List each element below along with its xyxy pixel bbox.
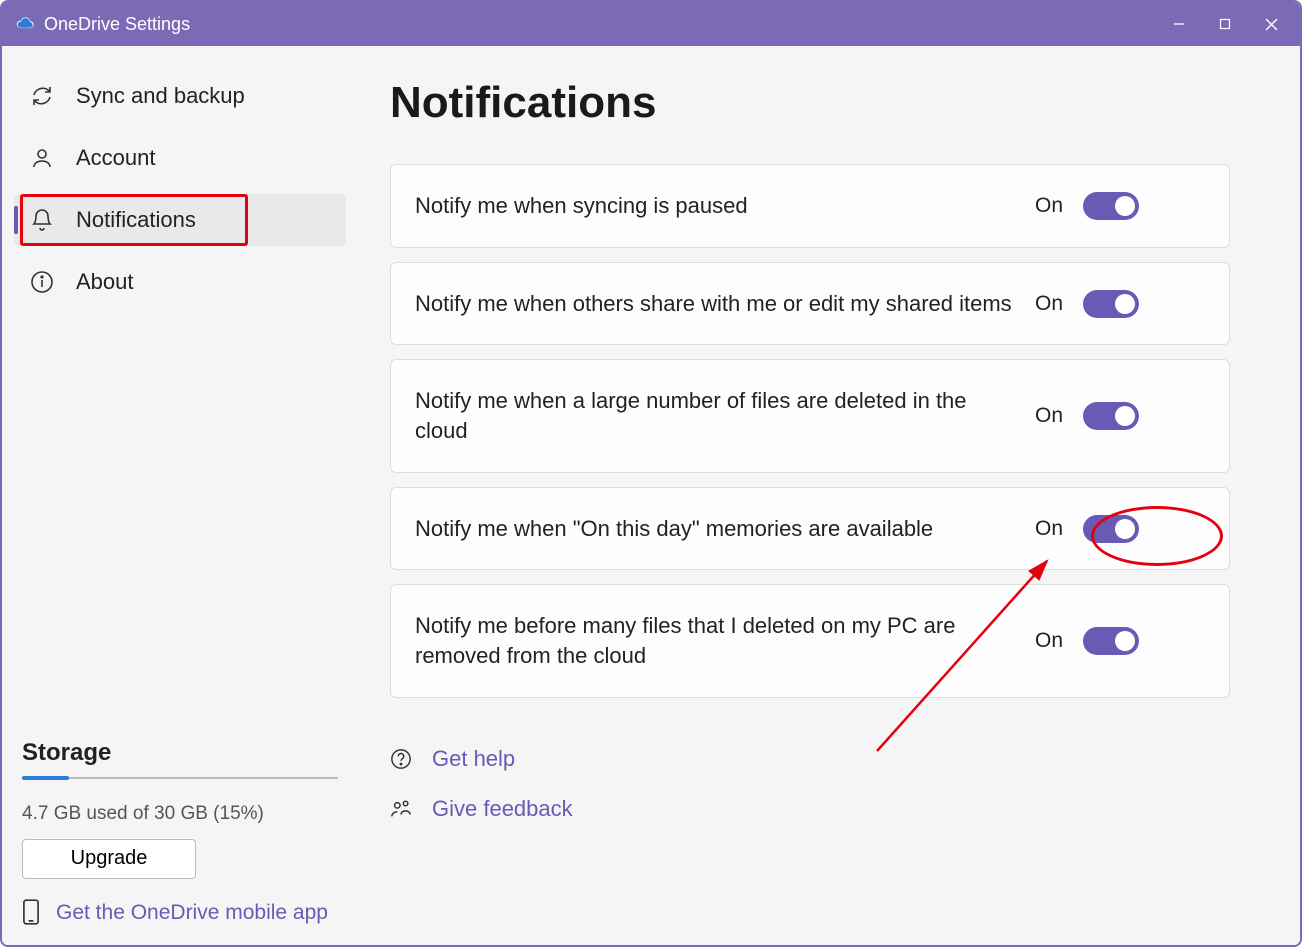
main-panel: Notifications Notify me when syncing is … — [362, 46, 1300, 945]
setting-label: Notify me when "On this day" memories ar… — [415, 514, 1015, 544]
setting-label: Notify me before many files that I delet… — [415, 611, 1015, 670]
onedrive-icon — [16, 14, 36, 34]
sidebar-item-label: Notifications — [76, 207, 196, 233]
page-title: Notifications — [390, 78, 1230, 128]
setting-files-deleted-cloud: Notify me when a large number of files a… — [390, 359, 1230, 472]
setting-on-this-day: Notify me when "On this day" memories ar… — [390, 487, 1230, 571]
phone-icon — [22, 899, 40, 925]
toggle-on-this-day[interactable] — [1083, 515, 1139, 543]
window-title: OneDrive Settings — [44, 14, 190, 35]
footer-links: Get help Give feedback — [390, 746, 1230, 822]
toggle-state-text: On — [1035, 404, 1063, 428]
setting-files-removed-cloud: Notify me before many files that I delet… — [390, 584, 1230, 697]
sidebar-item-about[interactable]: About — [14, 256, 346, 308]
sidebar: Sync and backup Account Notifications — [2, 46, 362, 945]
setting-label: Notify me when a large number of files a… — [415, 386, 1015, 445]
app-window: OneDrive Settings Sync and backup — [0, 0, 1302, 947]
storage-progress-fill — [22, 776, 69, 780]
give-feedback-link[interactable]: Give feedback — [390, 796, 1230, 822]
bell-icon — [30, 208, 54, 232]
titlebar: OneDrive Settings — [2, 2, 1300, 46]
account-icon — [30, 146, 54, 170]
sidebar-item-label: About — [76, 269, 134, 295]
content-area: Sync and backup Account Notifications — [2, 46, 1300, 945]
sidebar-item-notifications[interactable]: Notifications — [14, 194, 346, 246]
sync-icon — [30, 84, 54, 108]
toggle-state-text: On — [1035, 194, 1063, 218]
toggle-files-removed-cloud[interactable] — [1083, 627, 1139, 655]
get-mobile-app-link[interactable]: Get the OneDrive mobile app — [56, 899, 328, 927]
toggle-state-text: On — [1035, 517, 1063, 541]
toggle-sync-paused[interactable] — [1083, 192, 1139, 220]
maximize-button[interactable] — [1202, 8, 1248, 40]
upgrade-button[interactable]: Upgrade — [22, 839, 196, 879]
storage-usage-text: 4.7 GB used of 30 GB (15%) — [22, 803, 338, 825]
footer-link-label: Get help — [432, 746, 515, 772]
sidebar-item-label: Sync and backup — [76, 83, 245, 109]
toggle-files-deleted-cloud[interactable] — [1083, 402, 1139, 430]
toggle-shared-items[interactable] — [1083, 290, 1139, 318]
setting-label: Notify me when others share with me or e… — [415, 289, 1015, 319]
sidebar-item-label: Account — [76, 145, 156, 171]
help-icon — [390, 748, 412, 770]
feedback-icon — [390, 798, 412, 820]
minimize-button[interactable] — [1156, 8, 1202, 40]
close-button[interactable] — [1248, 8, 1294, 40]
get-help-link[interactable]: Get help — [390, 746, 1230, 772]
storage-heading: Storage — [22, 739, 338, 767]
toggle-state-text: On — [1035, 629, 1063, 653]
setting-shared-items: Notify me when others share with me or e… — [390, 262, 1230, 346]
setting-label: Notify me when syncing is paused — [415, 191, 1015, 221]
sidebar-item-sync[interactable]: Sync and backup — [14, 70, 346, 122]
toggle-state-text: On — [1035, 292, 1063, 316]
footer-link-label: Give feedback — [432, 796, 573, 822]
setting-sync-paused: Notify me when syncing is paused On — [390, 164, 1230, 248]
info-icon — [30, 270, 54, 294]
storage-progress-bar — [22, 777, 338, 779]
sidebar-item-account[interactable]: Account — [14, 132, 346, 184]
